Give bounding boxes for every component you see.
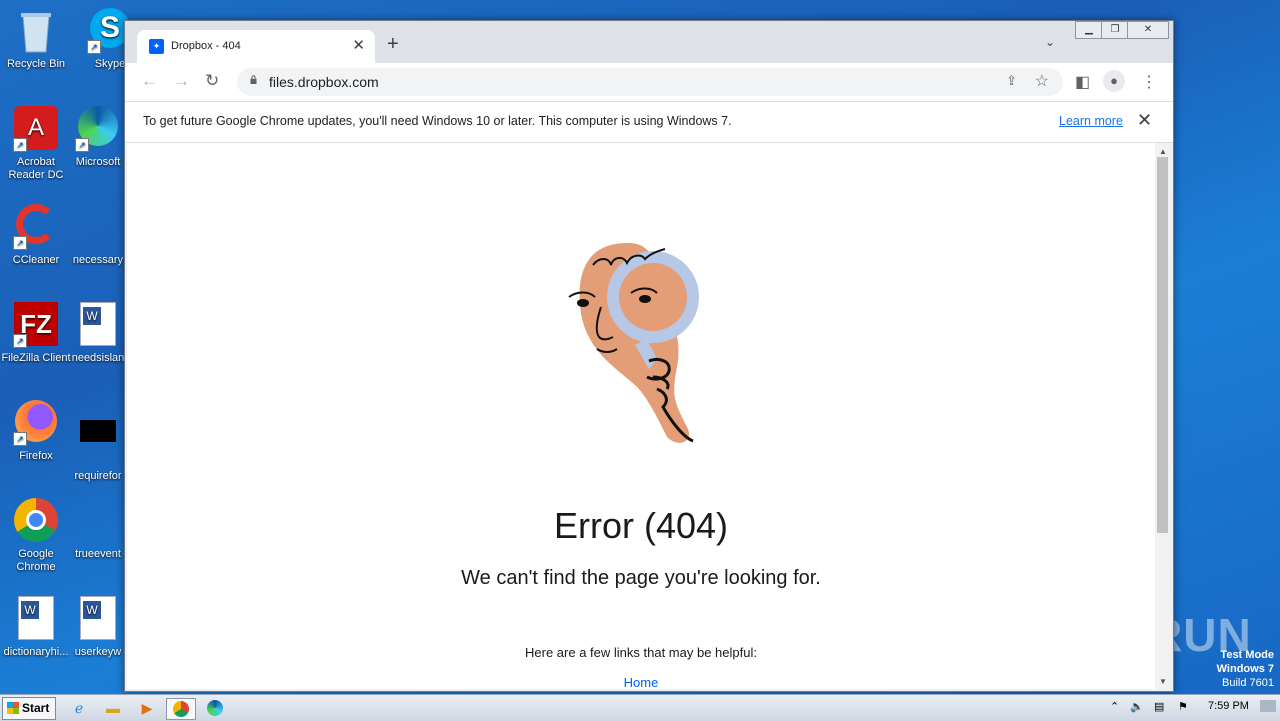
action-center-flag-icon[interactable]: ⚑	[1178, 700, 1188, 713]
scrollbar-thumb[interactable]	[1157, 157, 1168, 533]
tab-close-icon[interactable]: ✕	[352, 36, 365, 54]
edge-taskbar-icon[interactable]	[204, 698, 226, 718]
home-link[interactable]: Home	[127, 675, 1155, 689]
test-mode-line1: Test Mode	[1220, 649, 1274, 661]
word-document-icon: W	[75, 302, 121, 348]
test-mode-notice: Test Mode Windows 7 Build 7601	[1217, 648, 1274, 690]
volume-icon[interactable]: 🔈	[1130, 700, 1144, 713]
explorer-folder-icon[interactable]: ▬	[102, 698, 124, 718]
edge-icon: ↗	[75, 106, 121, 152]
infobar-message: To get future Google Chrome updates, you…	[143, 114, 732, 128]
network-icon[interactable]: ▤	[1154, 700, 1164, 713]
firefox-icon: ↗	[13, 400, 59, 446]
desktop-icon-recycle-bin[interactable]: Recycle Bin	[0, 8, 72, 71]
page-content: Error (404) We can't find the page you'r…	[127, 143, 1155, 689]
forward-arrow-icon[interactable]: →	[173, 71, 190, 91]
media-player-icon[interactable]: ▶	[136, 698, 158, 718]
profile-avatar-icon[interactable]: ●	[1103, 70, 1125, 92]
tab-title: Dropbox - 404	[171, 40, 241, 52]
helpful-links-text: Here are a few links that may be helpful…	[525, 645, 757, 660]
chrome-window: ✦ Dropbox - 404 ✕ + ⌄ ▁ ❐ ✕ ← → ↻ files.…	[124, 20, 1174, 692]
chrome-icon	[13, 498, 59, 544]
bookmark-star-icon[interactable]: ☆	[1035, 71, 1049, 91]
side-panel-icon[interactable]: ◧	[1075, 72, 1090, 92]
scroll-down-icon[interactable]: ▼	[1159, 677, 1167, 686]
tab-search-chevron-icon[interactable]: ⌄	[1045, 35, 1055, 49]
vertical-scrollbar[interactable]: ▲ ▼	[1155, 143, 1171, 689]
word-document-icon: W	[75, 596, 121, 642]
tab-strip: ✦ Dropbox - 404 ✕ + ⌄ ▁ ❐ ✕	[125, 21, 1173, 63]
show-hidden-icons-icon[interactable]: ⌃	[1110, 700, 1119, 713]
blank-file-icon	[75, 498, 121, 544]
dropbox-icon: ✦	[149, 39, 164, 54]
ccleaner-icon: ↗	[13, 204, 59, 250]
recycle-bin-icon	[13, 8, 59, 54]
acrobat-icon: A ↗	[13, 106, 59, 152]
browser-toolbar: ← → ↻ files.dropbox.com ⇪ ☆ ◧ ● ⋮	[125, 63, 1173, 101]
infobar-close-icon[interactable]: ✕	[1137, 110, 1152, 131]
chrome-taskbar-icon[interactable]	[166, 698, 196, 720]
learn-more-link[interactable]: Learn more	[1059, 114, 1123, 128]
magnifier-face-illustration	[568, 243, 699, 443]
back-arrow-icon[interactable]: ←	[141, 71, 158, 91]
url-text: files.dropbox.com	[269, 74, 379, 90]
minimize-button[interactable]: ▁	[1075, 21, 1103, 39]
filezilla-icon: FZ ↗	[13, 302, 59, 348]
lock-icon	[250, 75, 257, 84]
new-tab-button[interactable]: +	[387, 33, 399, 56]
error-title: Error (404)	[553, 505, 729, 546]
internet-explorer-icon[interactable]: ℯ	[68, 698, 90, 718]
kebab-menu-icon[interactable]: ⋮	[1141, 72, 1157, 92]
tab-dropbox-404[interactable]: ✦ Dropbox - 404 ✕	[137, 30, 375, 63]
start-button[interactable]: Start	[2, 697, 56, 720]
test-mode-line2: Windows 7	[1216, 663, 1274, 675]
word-document-icon: W	[13, 596, 59, 642]
maximize-button[interactable]: ❐	[1101, 21, 1129, 39]
share-icon[interactable]: ⇪	[1006, 73, 1017, 89]
taskbar: Start ℯ ▬ ▶ ⌃ 🔈 ▤ ⚑ 7:59 PM	[0, 694, 1280, 721]
scroll-up-icon[interactable]: ▲	[1159, 147, 1167, 156]
address-bar[interactable]: files.dropbox.com ⇪ ☆	[237, 68, 1063, 96]
reload-icon[interactable]: ↻	[205, 71, 219, 91]
black-file-icon	[75, 420, 121, 466]
test-mode-line3: Build 7601	[1222, 677, 1274, 689]
error-subtitle: We can't find the page you're looking fo…	[461, 567, 821, 589]
windows-logo-icon	[7, 702, 19, 714]
clock[interactable]: 7:59 PM	[1208, 700, 1249, 712]
show-desktop-button[interactable]	[1260, 700, 1276, 712]
update-infobar: To get future Google Chrome updates, you…	[125, 101, 1173, 143]
blank-file-icon	[75, 204, 121, 250]
close-window-button[interactable]: ✕	[1127, 21, 1169, 39]
